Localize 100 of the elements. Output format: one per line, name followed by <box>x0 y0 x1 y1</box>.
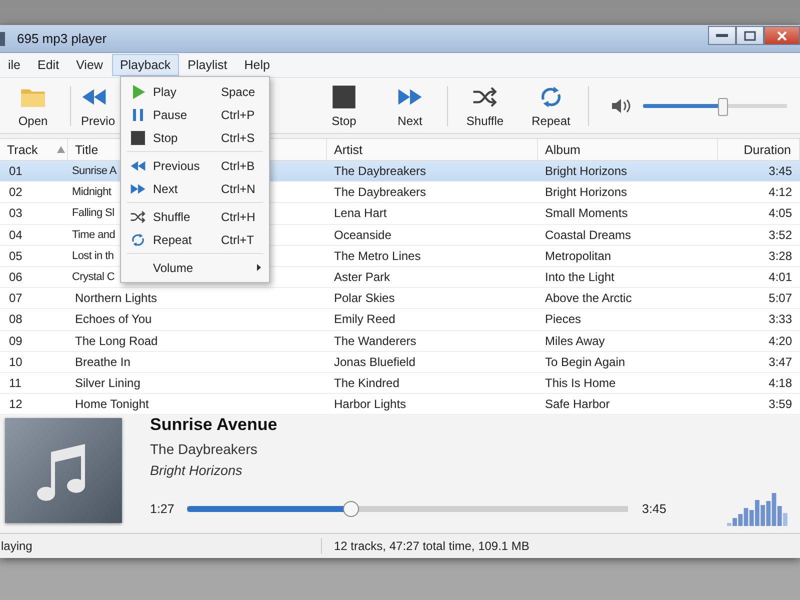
menu-item[interactable]: View <box>68 54 111 76</box>
column-header[interactable]: Duration <box>718 142 799 156</box>
table-cell: Above the Arctic <box>545 291 632 306</box>
maximize-button[interactable] <box>736 26 764 45</box>
table-cell: The Daybreakers <box>334 185 426 200</box>
table-cell: To Begin Again <box>545 354 626 369</box>
table-cell: Bright Horizons <box>545 164 628 178</box>
song-title: Sunrise Avenue <box>150 415 278 435</box>
table-cell: Home Tonight <box>75 397 149 412</box>
song-album: Bright Horizons <box>150 463 244 478</box>
table-cell: Safe Harbor <box>545 397 610 412</box>
track-row[interactable]: 10 Breathe In Jonas Bluefield To Begin Again 3:47 <box>0 352 800 373</box>
table-cell-text: 07 <box>8 291 22 306</box>
table-cell: Breathe In <box>75 354 130 369</box>
table-cell: Bright Horizons <box>545 185 628 200</box>
window-title: 695 mp3 player <box>17 31 108 46</box>
status-text: laying <box>0 539 34 553</box>
toolbar-button[interactable]: Next <box>377 80 443 132</box>
table-cell: Pieces <box>545 312 582 326</box>
table-cell: 3:47 <box>768 354 792 369</box>
song-artist: The Daybreakers <box>150 441 258 457</box>
minimize-button[interactable] <box>708 26 736 45</box>
table-cell-text: 11 <box>8 376 22 390</box>
track-row[interactable]: 09 The Long Road The Wanderers Miles Away 4:20 <box>0 330 800 352</box>
toolbar-button[interactable]: Repeat <box>518 80 584 132</box>
table-cell: 4:01 <box>768 270 792 284</box>
table-cell: 4:18 <box>768 376 792 390</box>
table-cell: 3:52 <box>768 228 792 242</box>
table-cell: The Long Road <box>75 334 158 348</box>
total-time: 3:45 <box>642 502 668 516</box>
menu-item[interactable]: ile <box>0 54 29 76</box>
table-cell: Silver Lining <box>75 376 140 390</box>
table-cell: Into the Light <box>545 270 614 284</box>
menu-item[interactable]: Playlist <box>180 54 236 76</box>
table-cell: Time and <box>72 228 116 241</box>
table-cell: This Is Home <box>545 376 616 390</box>
table-cell: Harbor Lights <box>334 397 406 412</box>
table-cell-text: 04 <box>8 228 22 242</box>
elapsed-time: 1:27 <box>150 502 176 516</box>
table-cell: 3:28 <box>768 248 792 263</box>
menu-item[interactable]: Playback <box>112 54 179 76</box>
table-cell: 4:20 <box>768 334 792 348</box>
table-cell-text: 06 <box>8 270 22 284</box>
play-icon <box>130 84 146 100</box>
table-cell: Miles Away <box>545 334 605 348</box>
table-cell: The Kindred <box>334 376 400 390</box>
table-cell: The Wanderers <box>334 334 416 348</box>
table-cell: Jonas Bluefield <box>334 354 416 369</box>
stop-icon <box>331 84 357 110</box>
toolbar-button[interactable]: Stop <box>311 80 377 132</box>
close-button[interactable] <box>764 26 800 45</box>
table-cell: Crystal C <box>72 271 115 284</box>
table-cell: Falling Sl <box>72 207 114 220</box>
column-header[interactable]: Title <box>68 142 106 156</box>
table-cell: Lost in th <box>72 250 114 262</box>
toolbar-button[interactable]: Open <box>0 80 66 132</box>
table-cell: The Daybreakers <box>334 164 426 178</box>
seek-thumb[interactable] <box>343 501 360 517</box>
table-cell: Sunrise A <box>72 165 116 178</box>
table-cell-text: 05 <box>8 248 22 263</box>
column-header[interactable]: Track <box>0 142 45 156</box>
minimize-icon <box>716 34 728 38</box>
status-summary: 12 tracks, 47:27 total time, 109.1 MB <box>334 539 530 553</box>
menu-item[interactable]: Help <box>236 54 278 76</box>
volume-icon <box>611 96 633 114</box>
table-cell-text: 08 <box>8 312 22 326</box>
table-cell: Coastal Dreams <box>545 228 632 242</box>
spectrum-drawing <box>727 492 789 526</box>
submenu-arrow-icon <box>257 264 261 271</box>
table-cell: 3:59 <box>768 397 792 412</box>
table-cell-text: 03 <box>8 206 22 220</box>
app-icon <box>0 32 5 46</box>
table-cell: 3:45 <box>768 164 792 178</box>
menu-item[interactable]: Edit <box>30 54 68 76</box>
pause-icon <box>130 106 146 122</box>
table-cell-text: 09 <box>8 334 22 348</box>
table-cell: Midnight <box>72 186 112 198</box>
sort-icon <box>56 146 65 153</box>
column-header[interactable]: Artist <box>327 142 370 156</box>
table-cell-text: 02 <box>8 185 22 200</box>
toolbar-button[interactable]: Shuffle <box>452 80 518 132</box>
table-cell-text: 12 <box>8 397 22 412</box>
slider-thumb[interactable] <box>718 98 728 116</box>
table-cell: Small Moments <box>545 206 628 220</box>
close-icon <box>777 30 787 40</box>
column-header[interactable]: Album <box>538 142 588 156</box>
table-cell: The Metro Lines <box>334 248 421 263</box>
repeat-icon <box>130 232 146 248</box>
table-cell: Aster Park <box>334 270 390 284</box>
stop-icon <box>130 130 146 146</box>
table-cell-text: 01 <box>8 164 22 178</box>
table-cell: Northern Lights <box>75 291 158 306</box>
table-cell: Lena Hart <box>334 206 387 220</box>
table-cell: Metropolitan <box>545 248 612 263</box>
table-cell-text: 10 <box>8 354 22 369</box>
table-cell: 4:05 <box>768 206 792 220</box>
table-cell: Emily Reed <box>334 312 396 326</box>
table-cell: 4:12 <box>768 185 792 200</box>
table-cell: 5:07 <box>768 291 792 306</box>
shuffle-icon <box>130 208 146 224</box>
